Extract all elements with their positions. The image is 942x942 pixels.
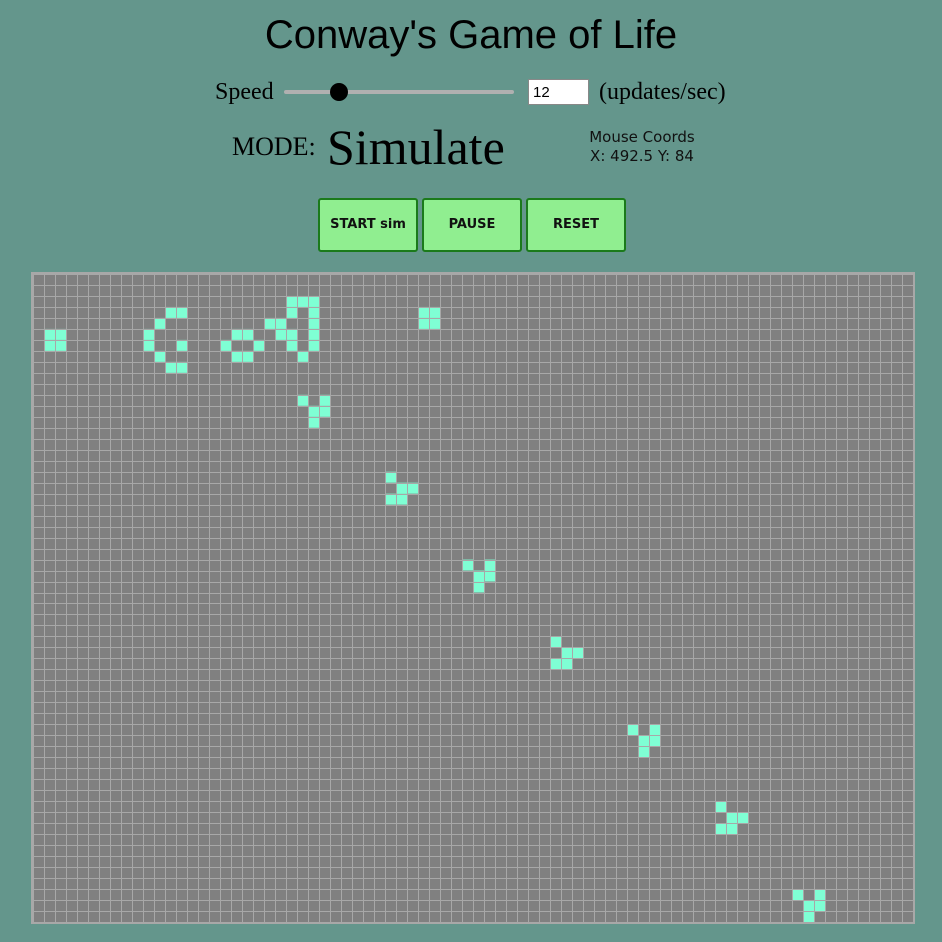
speed-slider[interactable]: [284, 83, 514, 101]
live-cell[interactable]: [286, 339, 297, 351]
live-cell[interactable]: [649, 735, 660, 747]
live-cell[interactable]: [165, 361, 176, 373]
live-cell[interactable]: [319, 394, 330, 406]
live-cell[interactable]: [418, 306, 429, 318]
live-cell[interactable]: [803, 911, 814, 922]
live-cell[interactable]: [275, 328, 286, 340]
live-cell[interactable]: [154, 317, 165, 329]
live-cell[interactable]: [561, 647, 572, 659]
live-cell[interactable]: [550, 658, 561, 670]
live-cell[interactable]: [473, 581, 484, 593]
live-cell[interactable]: [264, 317, 275, 329]
live-cell[interactable]: [308, 317, 319, 329]
live-cell[interactable]: [154, 350, 165, 362]
live-cell[interactable]: [176, 339, 187, 351]
live-cell[interactable]: [638, 746, 649, 758]
live-cell[interactable]: [627, 724, 638, 736]
live-cell[interactable]: [792, 889, 803, 901]
life-grid-canvas[interactable]: [33, 274, 913, 922]
live-cell[interactable]: [803, 900, 814, 912]
live-cell[interactable]: [484, 570, 495, 582]
speed-slider-track[interactable]: [284, 90, 514, 94]
live-cell[interactable]: [242, 328, 253, 340]
mode-value: Simulate: [327, 119, 505, 175]
mode-label: MODE:: [232, 132, 316, 161]
live-cell[interactable]: [726, 823, 737, 835]
live-cell[interactable]: [297, 394, 308, 406]
live-cell[interactable]: [385, 493, 396, 505]
live-cell[interactable]: [385, 471, 396, 483]
live-cell[interactable]: [253, 339, 264, 351]
grid-lines: [33, 274, 913, 922]
live-cell[interactable]: [308, 306, 319, 318]
speed-units-label: (updates/sec): [599, 79, 726, 105]
speed-input[interactable]: [528, 79, 589, 105]
life-grid[interactable]: [31, 272, 915, 924]
live-cell[interactable]: [715, 801, 726, 813]
live-cell[interactable]: [396, 493, 407, 505]
live-cell[interactable]: [308, 328, 319, 340]
page-title: Conway's Game of Life: [264, 13, 678, 57]
live-cell[interactable]: [429, 306, 440, 318]
live-cell[interactable]: [176, 306, 187, 318]
live-cell[interactable]: [407, 482, 418, 494]
live-cell[interactable]: [550, 636, 561, 648]
live-cell[interactable]: [572, 647, 583, 659]
live-cell[interactable]: [429, 317, 440, 329]
live-cell[interactable]: [242, 350, 253, 362]
live-cell[interactable]: [286, 306, 297, 318]
live-cell[interactable]: [231, 350, 242, 362]
live-cell[interactable]: [231, 328, 242, 340]
live-cell[interactable]: [418, 317, 429, 329]
live-cell[interactable]: [55, 339, 66, 351]
live-cell[interactable]: [308, 295, 319, 307]
live-cell[interactable]: [220, 339, 231, 351]
live-cell[interactable]: [143, 339, 154, 351]
live-cell[interactable]: [308, 339, 319, 351]
mouse-coords-label: Mouse Coords: [589, 128, 695, 146]
live-cell[interactable]: [561, 658, 572, 670]
live-cell[interactable]: [176, 361, 187, 373]
live-cell[interactable]: [55, 328, 66, 340]
live-cell[interactable]: [308, 405, 319, 417]
mouse-coords-value: X: 492.5 Y: 84: [590, 147, 694, 165]
live-cell[interactable]: [814, 900, 825, 912]
live-cell[interactable]: [814, 889, 825, 901]
mouse-coords: Mouse Coords X: 492.5 Y: 84: [572, 128, 712, 166]
live-cell[interactable]: [44, 328, 55, 340]
live-cell[interactable]: [297, 350, 308, 362]
live-cell[interactable]: [297, 295, 308, 307]
pause-button[interactable]: PAUSE: [422, 198, 522, 252]
live-cell[interactable]: [649, 724, 660, 736]
live-cell[interactable]: [275, 317, 286, 329]
live-cell[interactable]: [286, 295, 297, 307]
live-cell[interactable]: [737, 812, 748, 824]
reset-button[interactable]: RESET: [526, 198, 626, 252]
speed-label: Speed: [215, 79, 274, 105]
live-cell[interactable]: [286, 328, 297, 340]
live-cell[interactable]: [44, 339, 55, 351]
speed-slider-thumb[interactable]: [330, 83, 349, 101]
start-sim-button[interactable]: START sim: [318, 198, 418, 252]
live-cell[interactable]: [484, 559, 495, 571]
live-cell[interactable]: [319, 405, 330, 417]
live-cell[interactable]: [143, 328, 154, 340]
live-cell[interactable]: [473, 570, 484, 582]
live-cell[interactable]: [638, 735, 649, 747]
live-cell[interactable]: [396, 482, 407, 494]
live-cell[interactable]: [715, 823, 726, 835]
live-cell[interactable]: [462, 559, 473, 571]
live-cell[interactable]: [165, 306, 176, 318]
live-cell[interactable]: [726, 812, 737, 824]
live-cell[interactable]: [308, 416, 319, 428]
